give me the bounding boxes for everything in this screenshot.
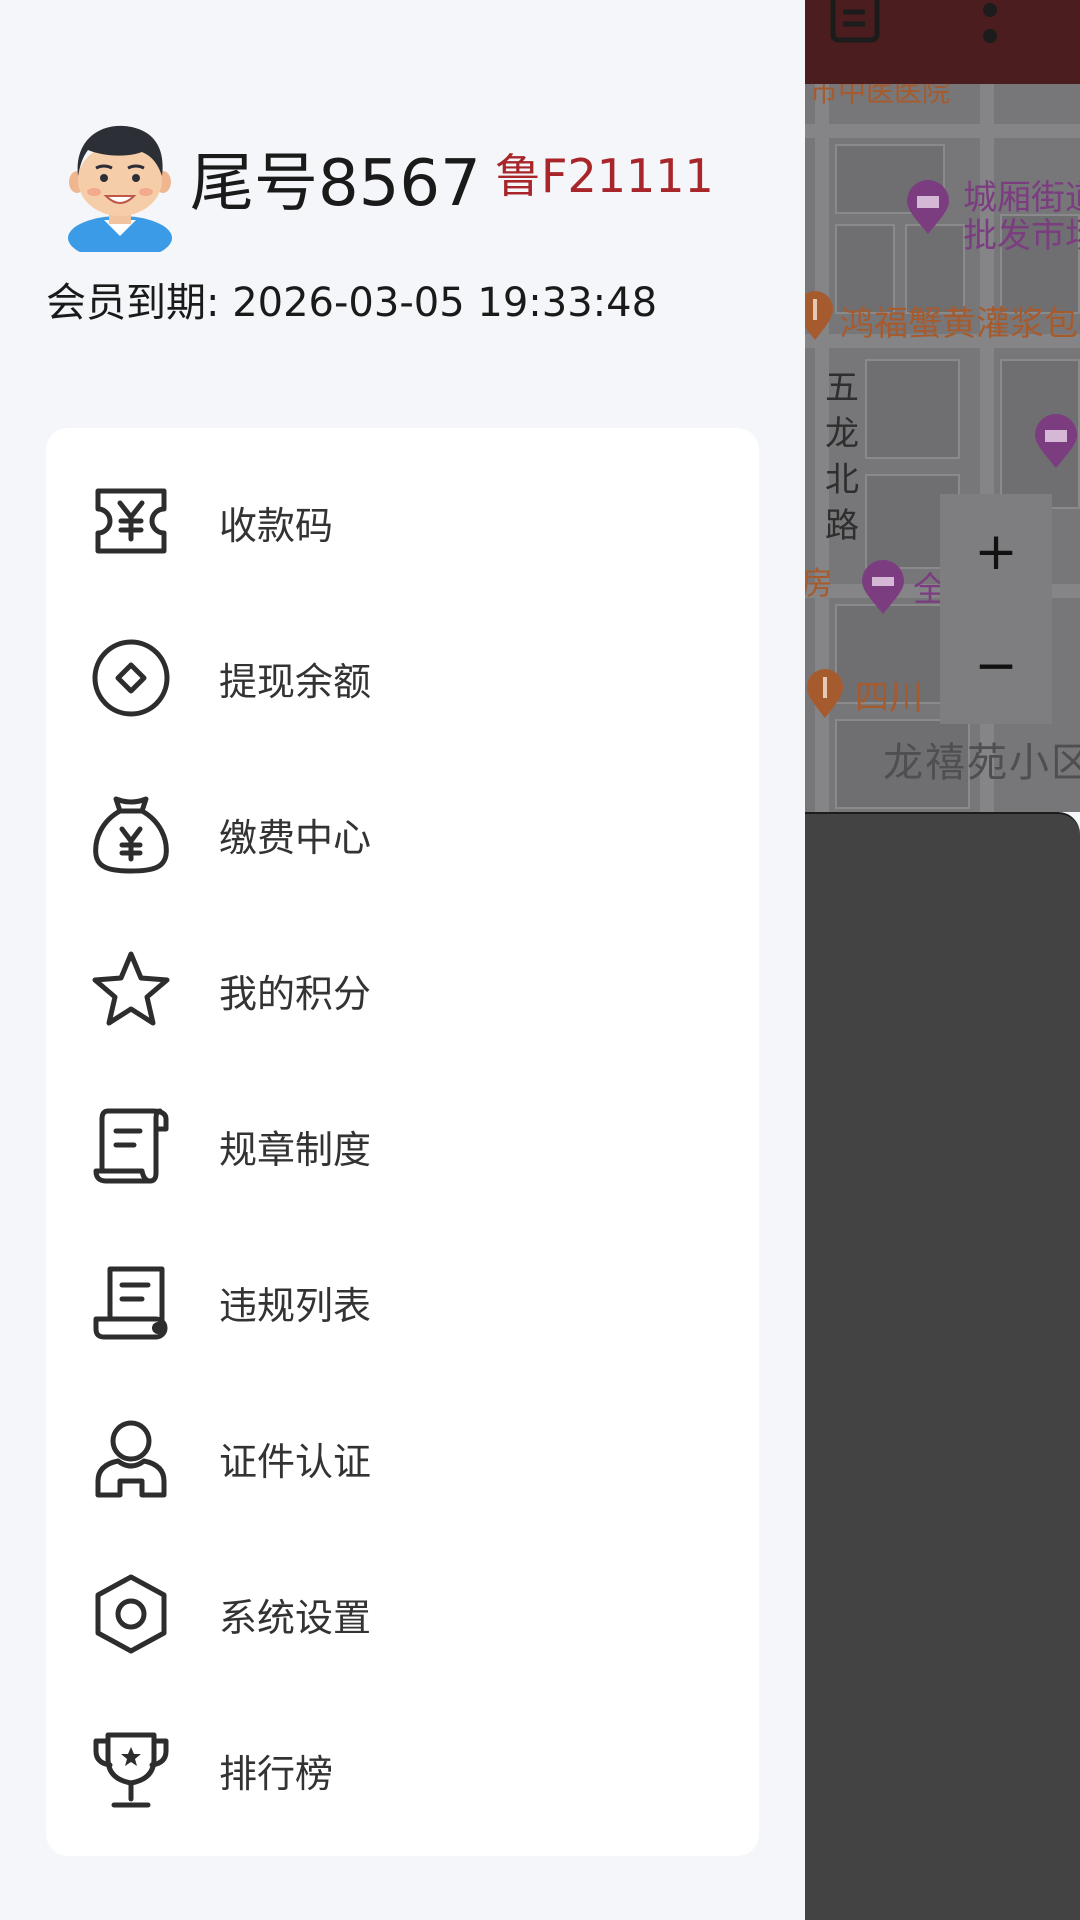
menu-item-label: 证件认证 [219, 1440, 372, 1484]
map-label-road-3: 北 [825, 460, 859, 500]
more-vertical-icon[interactable] [975, 0, 1005, 50]
menu-item-leaderboard[interactable]: 排行榜 [46, 1691, 759, 1847]
scroll-icon [93, 1108, 169, 1184]
map-label-road-1: 五 [825, 368, 859, 408]
star-icon [92, 951, 170, 1026]
menu-item-label: 缴费中心 [219, 816, 372, 860]
map-label-left-cut: 房 [805, 564, 834, 602]
menu-card: 收款码 提现余额 缴费中心 我的积分 规章制度 违规列表 证件认证 系统设置 排… [46, 428, 759, 1856]
shop-pin-icon-2[interactable] [1033, 414, 1079, 470]
menu-item-id-verification[interactable]: 证件认证 [46, 1379, 759, 1535]
zoom-controls: + − [940, 494, 1052, 724]
menu-item-system-settings[interactable]: 系统设置 [46, 1535, 759, 1691]
menu-item-label: 我的积分 [219, 972, 372, 1016]
avatar[interactable] [60, 120, 180, 252]
person-icon [95, 1420, 167, 1498]
trophy-icon [93, 1732, 169, 1808]
license-plate: 鲁F21111 [495, 149, 714, 203]
map-label-market-2: 批发市场 [963, 216, 1080, 256]
zoom-out-button[interactable]: − [940, 616, 1052, 716]
menu-item-regulations[interactable]: 规章制度 [46, 1067, 759, 1223]
map-label-restaurant: 鸿福蟹黄灌浆包 [840, 304, 1078, 344]
restaurant-pin-icon[interactable] [805, 290, 835, 342]
zoom-in-button[interactable]: + [940, 502, 1052, 602]
map-label-road-4: 路 [825, 506, 859, 546]
map-label-road-2: 龙 [825, 414, 859, 454]
menu-item-label: 规章制度 [219, 1128, 372, 1172]
navigation-drawer: 尾号8567 鲁F21111 会员到期: 2026-03-05 19:33:48… [0, 0, 805, 1920]
shop-pin-icon[interactable] [905, 180, 951, 236]
map-label-sichuan: 四川 [855, 678, 923, 718]
map-view[interactable]: 市中医医院 城厢街道 批发市场 鸿福蟹黄灌浆包 五 龙 北 路 房 全 [805, 84, 1080, 812]
background-toolbar [805, 0, 1080, 84]
menu-item-withdraw-balance[interactable]: 提现余额 [46, 599, 759, 755]
menu-item-label: 系统设置 [219, 1596, 372, 1640]
menu-item-violation-list[interactable]: 违规列表 [46, 1223, 759, 1379]
menu-item-my-points[interactable]: 我的积分 [46, 911, 759, 1067]
menu-item-label: 收款码 [219, 504, 334, 548]
menu-item-payment-center[interactable]: 缴费中心 [46, 755, 759, 911]
menu-item-payment-code[interactable]: 收款码 [46, 443, 759, 599]
ticket-yuan-icon [95, 488, 167, 554]
menu-item-label: 提现余额 [219, 660, 372, 704]
diamond-coin-icon [92, 639, 170, 717]
map-label-community: 龙禧苑小区 [883, 740, 1080, 786]
menu-item-label: 违规列表 [219, 1284, 372, 1328]
document-icon[interactable] [827, 0, 883, 44]
hotel-pin-icon[interactable] [860, 560, 906, 616]
bottom-sheet [805, 812, 1080, 1920]
restaurant-pin-icon-2[interactable] [805, 668, 845, 720]
money-bag-icon [93, 796, 169, 874]
menu-item-label: 排行榜 [219, 1752, 334, 1796]
background-app: 市中医医院 城厢街道 批发市场 鸿福蟹黄灌浆包 五 龙 北 路 房 全 [805, 0, 1080, 1920]
hex-nut-settings-icon [95, 1574, 167, 1654]
document-list-icon [93, 1266, 168, 1340]
username: 尾号8567 [190, 147, 481, 221]
map-label-hospital: 市中医医院 [810, 84, 951, 108]
membership-expiry: 会员到期: 2026-03-05 19:33:48 [46, 280, 658, 326]
